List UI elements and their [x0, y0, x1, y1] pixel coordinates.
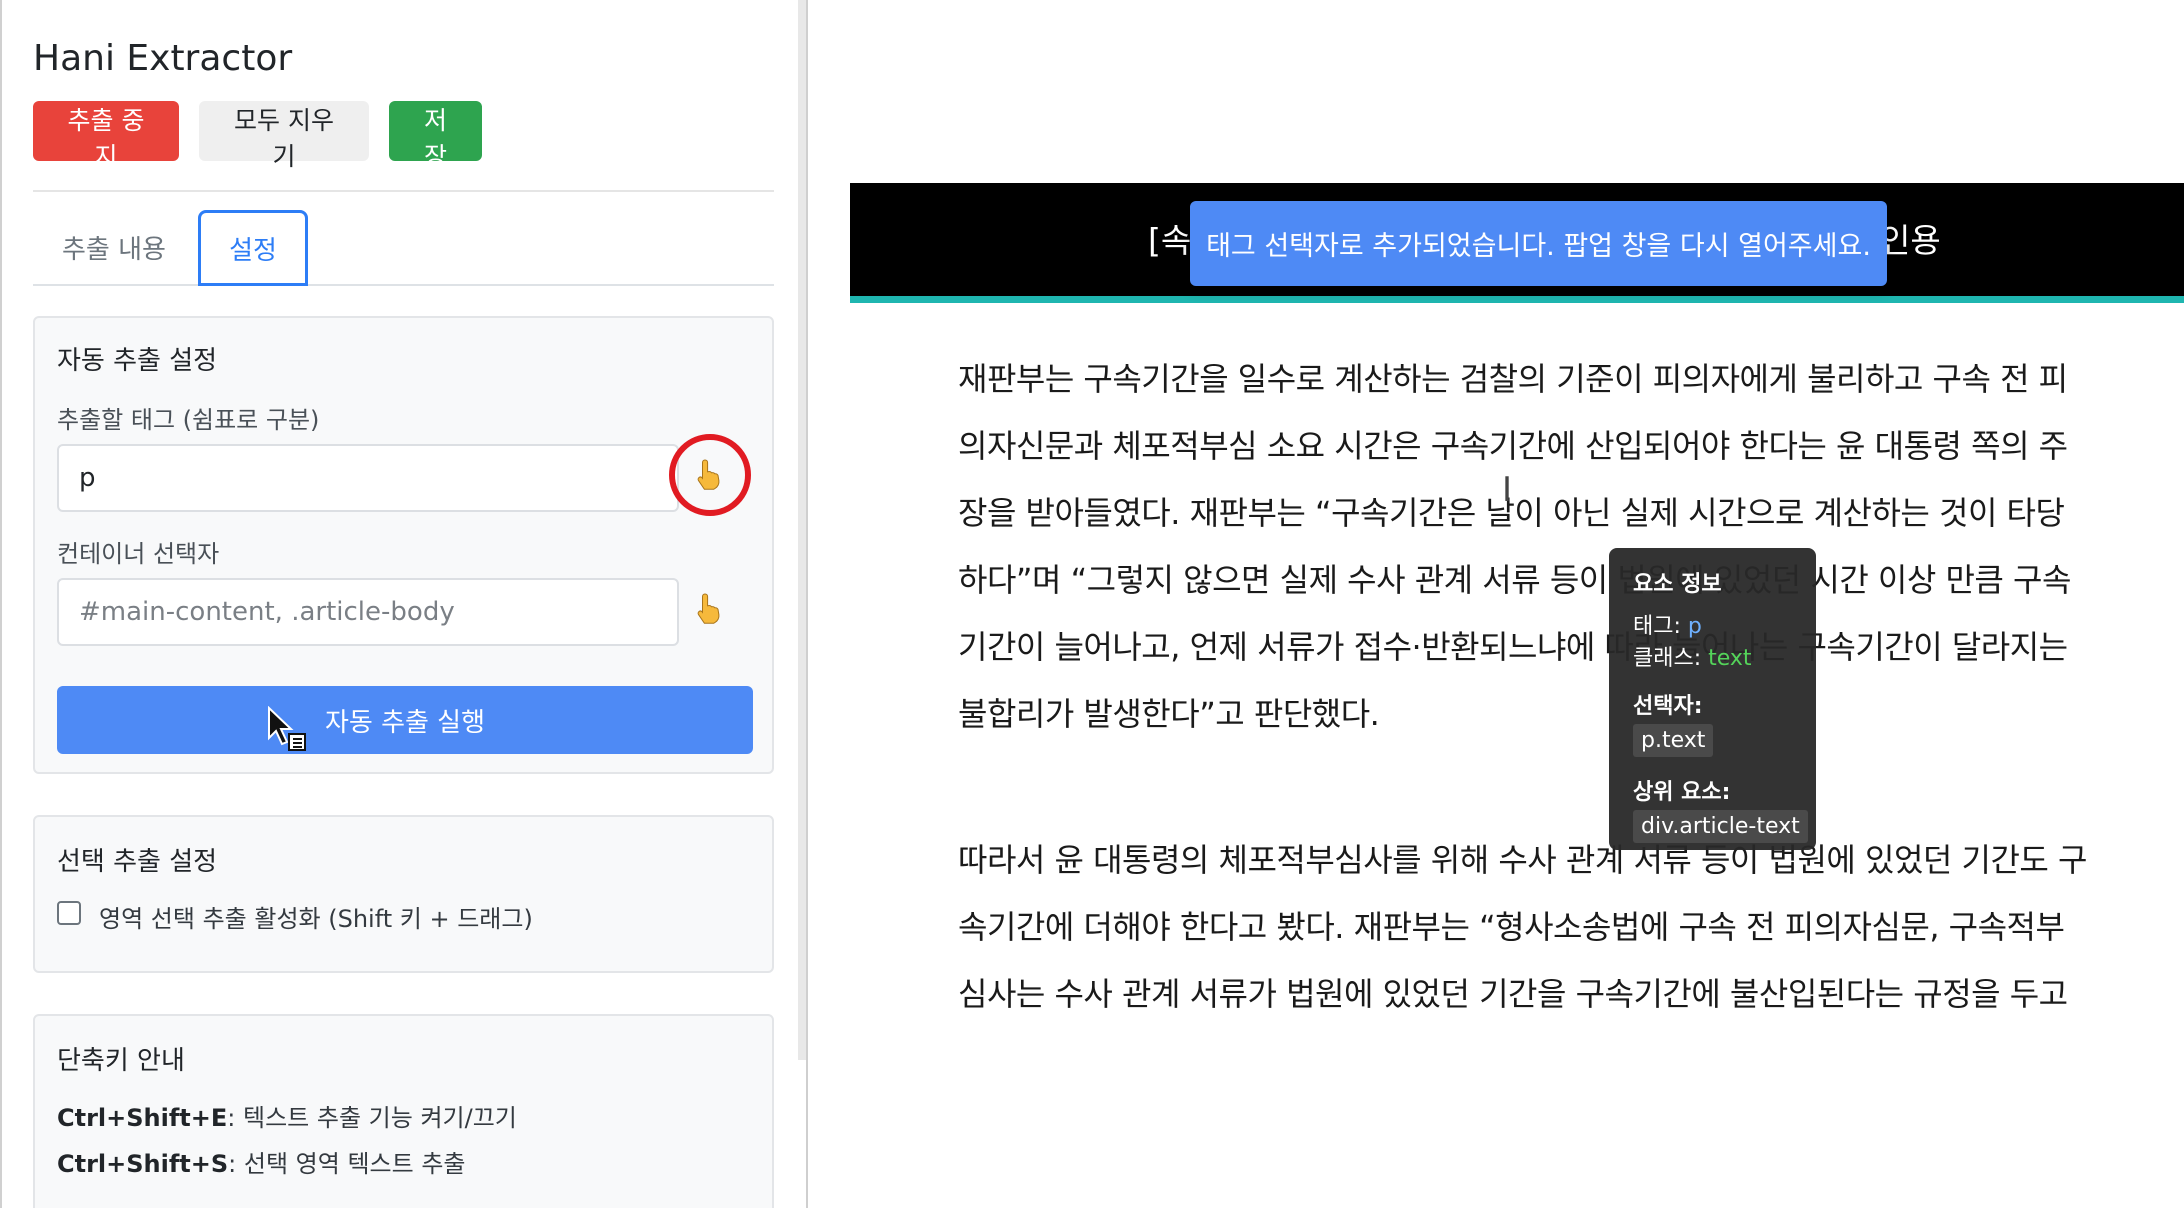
stop-extract-button[interactable]: 추출 중지 — [33, 101, 179, 171]
app-title: Hani Extractor — [33, 38, 293, 79]
header-accent-line — [850, 296, 2184, 303]
article-line: 재판부는 구속기간을 일수로 계산하는 검찰의 기준이 피의자에게 불리하고 구… — [958, 360, 2068, 398]
article-paragraph[interactable]: 재판부는 구속기간을 일수로 계산하는 검찰의 기준이 피의자에게 불리하고 구… — [958, 346, 2128, 748]
run-auto-extract-button[interactable]: 자동 추출 실행 — [57, 686, 753, 754]
auto-extract-title: 자동 추출 설정 — [57, 346, 218, 376]
article-line: 장을 받아들였다. 재판부는 “구속기간은 날이 아닌 실제 시간으로 계산하는… — [958, 494, 2065, 532]
header-title-fragment-right: 인용 — [1880, 221, 1941, 260]
shortcut-item: Ctrl+Shift+E: 텍스트 추출 기능 켜기/끄기 — [57, 1104, 517, 1132]
clear-all-button[interactable]: 모두 지우기 — [199, 101, 369, 171]
auto-extract-settings-card: 자동 추출 설정 추출할 태그 (쉼표로 구분) 컨테이너 선택자 자동 추출 … — [33, 316, 774, 774]
divider — [33, 190, 774, 192]
element-info-tooltip: 요소 정보 태그: p 클래스: text 선택자: p.text 상위 요소:… — [1609, 548, 1816, 850]
article-line: 심사는 수사 관계 서류가 법원에 있었던 기간을 구속기간에 불산입된다는 규… — [958, 975, 2068, 1013]
toast-notification: 태그 선택자로 추가되었습니다. 팝업 창을 다시 열어주세요. — [1190, 201, 1887, 286]
tooltip-class-line: 클래스: text — [1633, 646, 1752, 671]
article-line: 불합리가 발생한다”고 판단했다. — [958, 695, 1380, 733]
area-select-checkbox[interactable] — [57, 901, 81, 925]
container-selector-input[interactable] — [57, 578, 679, 646]
pointing-hand-icon[interactable] — [686, 451, 734, 499]
article-line: 기간이 늘어나고, 언제 서류가 접수·반환되느냐에 따라 늘어나는 구속기간이… — [958, 628, 2068, 666]
header-title-fragment-left: [속 — [1148, 221, 1192, 260]
text-cursor-icon: I — [1502, 470, 1513, 510]
selection-extract-settings-card: 선택 추출 설정 영역 선택 추출 활성화 (Shift 키 + 드래그) — [33, 815, 774, 973]
article-paragraph[interactable]: 따라서 윤 대통령의 체포적부심사를 위해 수사 관계 서류 등이 법원에 있었… — [958, 827, 2128, 1028]
tooltip-selector-label: 선택자: — [1633, 694, 1703, 719]
toolbar: 추출 중지 모두 지우기 저장 — [33, 101, 482, 171]
tooltip-parent-label: 상위 요소: — [1633, 780, 1731, 805]
tags-label: 추출할 태그 (쉼표로 구분) — [57, 406, 320, 434]
selection-extract-title: 선택 추출 설정 — [57, 847, 218, 877]
extension-popup: Hani Extractor 추출 중지 모두 지우기 저장 추출 내용 설정 … — [0, 0, 808, 1208]
tab-bar: 추출 내용 설정 — [33, 210, 774, 286]
shortcuts-title: 단축키 안내 — [57, 1046, 185, 1076]
tooltip-selector-value: p.text — [1633, 724, 1714, 757]
pointer-cursor-icon — [267, 705, 307, 758]
pointing-hand-icon[interactable] — [686, 585, 734, 633]
article-line: 속기간에 더해야 한다고 봤다. 재판부는 “형사소송법에 구속 전 피의자심문… — [958, 908, 2065, 946]
tooltip-title: 요소 정보 — [1633, 572, 1722, 597]
article-line: 따라서 윤 대통령의 체포적부심사를 위해 수사 관계 서류 등이 법원에 있었… — [958, 841, 2087, 879]
tooltip-tag-line: 태그: p — [1633, 614, 1702, 639]
shortcuts-card: 단축키 안내 Ctrl+Shift+E: 텍스트 추출 기능 켜기/끄기 Ctr… — [33, 1014, 774, 1208]
tab-settings[interactable]: 설정 — [198, 210, 308, 286]
save-button[interactable]: 저장 — [389, 101, 482, 171]
article-line: 하다”며 “그렇지 않으면 실제 수사 관계 서류 등이 법원에 있었던 시간 … — [958, 561, 2071, 599]
tooltip-parent-value: div.article-text — [1633, 810, 1808, 843]
area-select-checkbox-label[interactable]: 영역 선택 추출 활성화 (Shift 키 + 드래그) — [99, 899, 533, 934]
tab-extracted-content[interactable]: 추출 내용 — [33, 210, 195, 284]
article-line: 의자신문과 체포적부심 소요 시간은 구속기간에 산입되어야 한다는 윤 대통령… — [958, 427, 2068, 465]
tags-input[interactable] — [57, 444, 679, 512]
shortcut-item: Ctrl+Shift+S: 선택 영역 텍스트 추출 — [57, 1150, 466, 1178]
container-selector-label: 컨테이너 선택자 — [57, 540, 220, 568]
